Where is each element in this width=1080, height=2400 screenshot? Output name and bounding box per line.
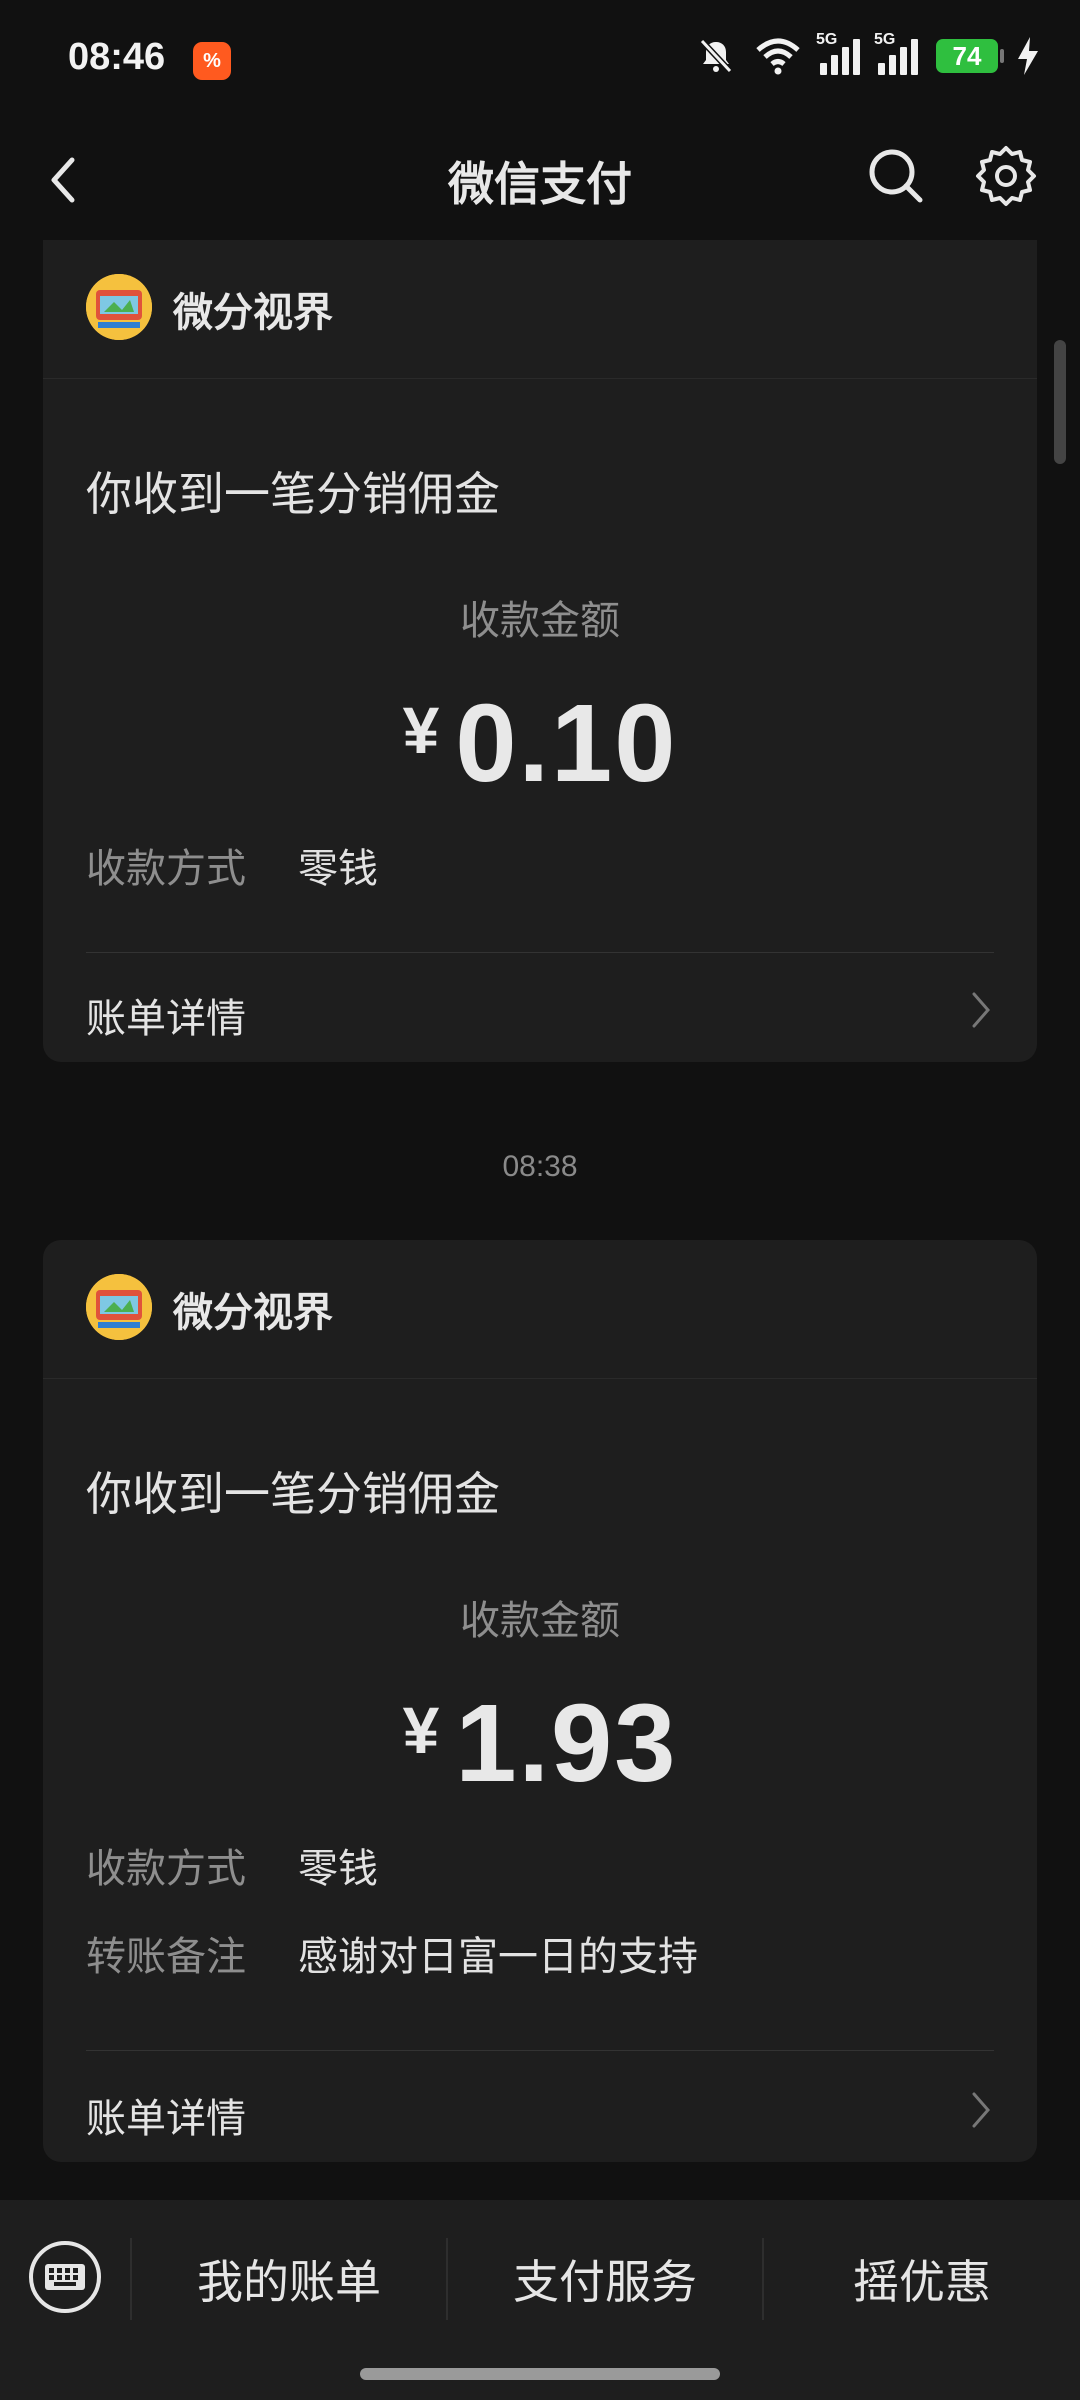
field-row: 收款方式 零钱 [86, 836, 378, 894]
amount-number: 0.10 [455, 682, 678, 805]
merchant-name: 微分视界 [173, 1291, 333, 1335]
menu-my-bills[interactable]: 我的账单 [132, 2246, 446, 2312]
card-header[interactable]: 微分视界 [43, 1240, 1037, 1379]
field-row: 转账备注 感谢对日富一日的支持 [86, 1924, 698, 1982]
field-value: 零钱 [298, 847, 378, 891]
payment-message-card[interactable]: 微分视界 你收到一笔分销佣金 收款金额 ¥1.93 收款方式 零钱 转账备注 感谢对… [43, 1240, 1037, 2162]
home-indicator[interactable] [360, 2368, 720, 2380]
nav-bar: 微信支付 [0, 120, 1080, 240]
message-title: 你收到一笔分销佣金 [86, 468, 500, 520]
cellular-signal-1-icon: 5G [816, 31, 860, 75]
field-value: 零钱 [298, 1847, 378, 1891]
bill-detail-link[interactable]: 账单详情 [86, 986, 994, 1044]
payment-message-card[interactable]: 微分视界 你收到一笔分销佣金 收款金额 ¥0.10 收款方式 零钱 账单详情 [43, 240, 1037, 1062]
bill-detail-link[interactable]: 账单详情 [86, 2086, 994, 2144]
merchant-logo-icon [86, 1274, 152, 1340]
chevron-right-icon [972, 992, 990, 1028]
battery-icon: 74 [936, 39, 1004, 73]
menu-shake-deals[interactable]: 摇优惠 [764, 2246, 1080, 2312]
gear-icon[interactable] [974, 144, 1038, 208]
divider [86, 952, 994, 953]
bill-detail-label: 账单详情 [86, 2097, 246, 2141]
network-type-label: 5G [816, 31, 838, 48]
chevron-right-icon [972, 2092, 990, 2128]
keyboard-icon[interactable] [28, 2240, 102, 2314]
status-time: 08:46 [68, 36, 166, 78]
amount-label: 收款金额 [460, 1599, 620, 1643]
field-row: 收款方式 零钱 [86, 1836, 378, 1894]
merchant-name: 微分视界 [173, 291, 333, 335]
divider [86, 2050, 994, 2051]
message-title: 你收到一笔分销佣金 [86, 1468, 500, 1520]
field-key: 转账备注 [86, 1935, 246, 1979]
amount-label: 收款金额 [460, 599, 620, 643]
amount-value: ¥1.93 [43, 1680, 1037, 1807]
network-type-label: 5G [874, 31, 896, 48]
currency-symbol: ¥ [402, 1693, 440, 1767]
merchant-avatar[interactable] [86, 1274, 152, 1340]
wifi-icon [756, 38, 800, 75]
menu-payment-services[interactable]: 支付服务 [448, 2246, 762, 2312]
merchant-avatar[interactable] [86, 274, 152, 340]
status-icons: 5G 5G 74 [696, 31, 1040, 76]
amount-value: ¥0.10 [43, 680, 1037, 807]
status-bar: 08:46 % 5G 5G 74 [0, 0, 1080, 120]
merchant-logo-icon [86, 274, 152, 340]
search-icon[interactable] [866, 146, 926, 206]
field-key: 收款方式 [86, 847, 246, 891]
app-notification-icon: % [193, 42, 231, 80]
currency-symbol: ¥ [402, 693, 440, 767]
scrollbar[interactable] [1054, 340, 1066, 464]
message-timestamp: 08:38 [502, 1150, 578, 1183]
field-key: 收款方式 [86, 1847, 246, 1891]
card-header[interactable]: 微分视界 [43, 240, 1037, 379]
bell-muted-icon [699, 38, 733, 74]
field-value: 感谢对日富一日的支持 [298, 1935, 698, 1979]
bill-detail-label: 账单详情 [86, 997, 246, 1041]
charging-bolt-icon [1018, 37, 1038, 75]
amount-number: 1.93 [455, 1682, 678, 1805]
cellular-signal-2-icon: 5G [874, 31, 918, 75]
